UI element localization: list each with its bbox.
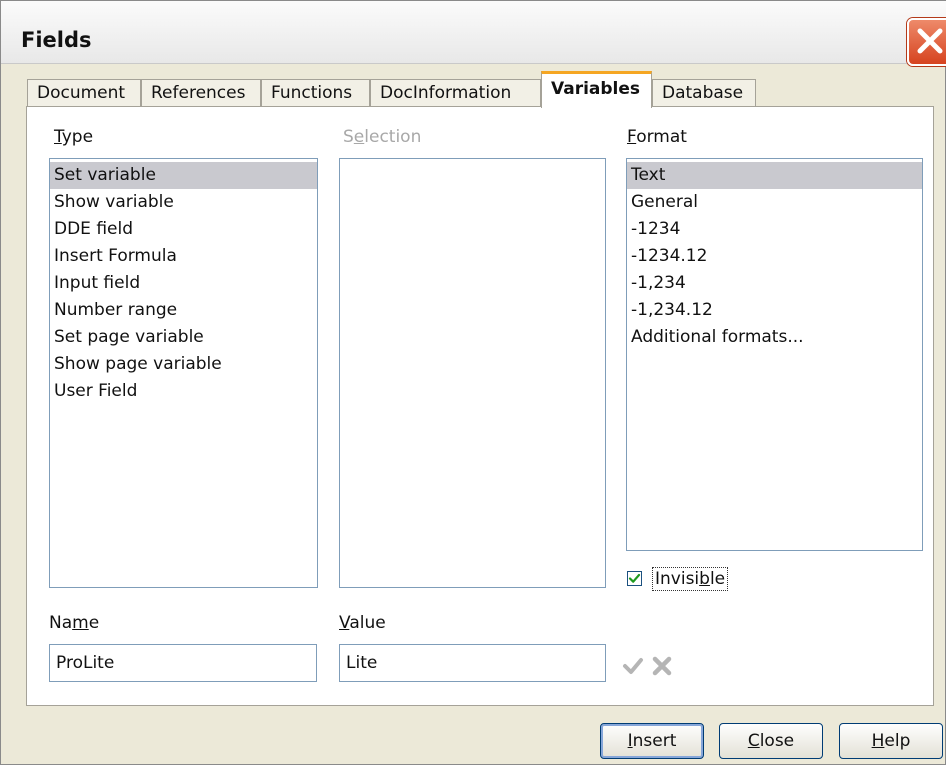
fields-dialog: Fields Document References Functions Doc…	[0, 0, 946, 765]
list-item[interactable]: Show page variable	[50, 351, 317, 378]
list-item[interactable]: Text	[627, 162, 922, 189]
close-button[interactable]: Close	[719, 723, 823, 759]
tab-references[interactable]: References	[141, 79, 261, 107]
list-item[interactable]: -1,234.12	[627, 297, 922, 324]
checkmark-icon	[623, 658, 643, 674]
tab-database[interactable]: Database	[652, 79, 756, 107]
name-field[interactable]: ProLite	[49, 644, 317, 682]
list-item[interactable]: User Field	[50, 378, 317, 405]
name-label: Name	[49, 613, 100, 633]
list-item[interactable]: -1234	[627, 216, 922, 243]
tab-document[interactable]: Document	[27, 79, 141, 107]
format-label: Format	[627, 127, 687, 147]
value-label: Value	[339, 613, 386, 633]
list-item[interactable]: -1,234	[627, 270, 922, 297]
title-bar: Fields	[1, 1, 946, 66]
format-list[interactable]: Text General -1234 -1234.12 -1,234 -1,23…	[626, 158, 923, 551]
value-field[interactable]: Lite	[339, 644, 606, 682]
help-button[interactable]: Help	[839, 723, 943, 759]
tab-functions[interactable]: Functions	[261, 79, 370, 107]
close-icon	[917, 28, 943, 54]
list-item[interactable]: DDE field	[50, 216, 317, 243]
tab-docinformation[interactable]: DocInformation	[370, 79, 541, 107]
delete-button[interactable]	[651, 655, 673, 677]
dialog-title: Fields	[21, 28, 92, 52]
close-window-button[interactable]	[907, 18, 946, 66]
selection-label: Selection	[343, 127, 422, 147]
insert-button[interactable]: Insert	[600, 723, 704, 759]
apply-button[interactable]	[622, 655, 644, 677]
tab-variables[interactable]: Variables	[541, 71, 652, 108]
list-item[interactable]: Show variable	[50, 189, 317, 216]
list-item[interactable]: Number range	[50, 297, 317, 324]
list-item[interactable]: General	[627, 189, 922, 216]
invisible-checkbox[interactable]	[627, 571, 642, 586]
list-item[interactable]: Set variable	[50, 162, 317, 189]
type-list[interactable]: Set variable Show variable DDE field Ins…	[49, 158, 318, 588]
list-item[interactable]: Set page variable	[50, 324, 317, 351]
list-item[interactable]: Insert Formula	[50, 243, 317, 270]
list-item[interactable]: Additional formats...	[627, 324, 922, 351]
invisible-label[interactable]: Invisible	[652, 567, 729, 591]
type-label: Type	[54, 127, 94, 147]
list-item[interactable]: Input field	[50, 270, 317, 297]
checkmark-icon	[628, 573, 641, 583]
x-icon	[652, 656, 672, 676]
list-item[interactable]: -1234.12	[627, 243, 922, 270]
selection-list[interactable]	[339, 158, 606, 588]
